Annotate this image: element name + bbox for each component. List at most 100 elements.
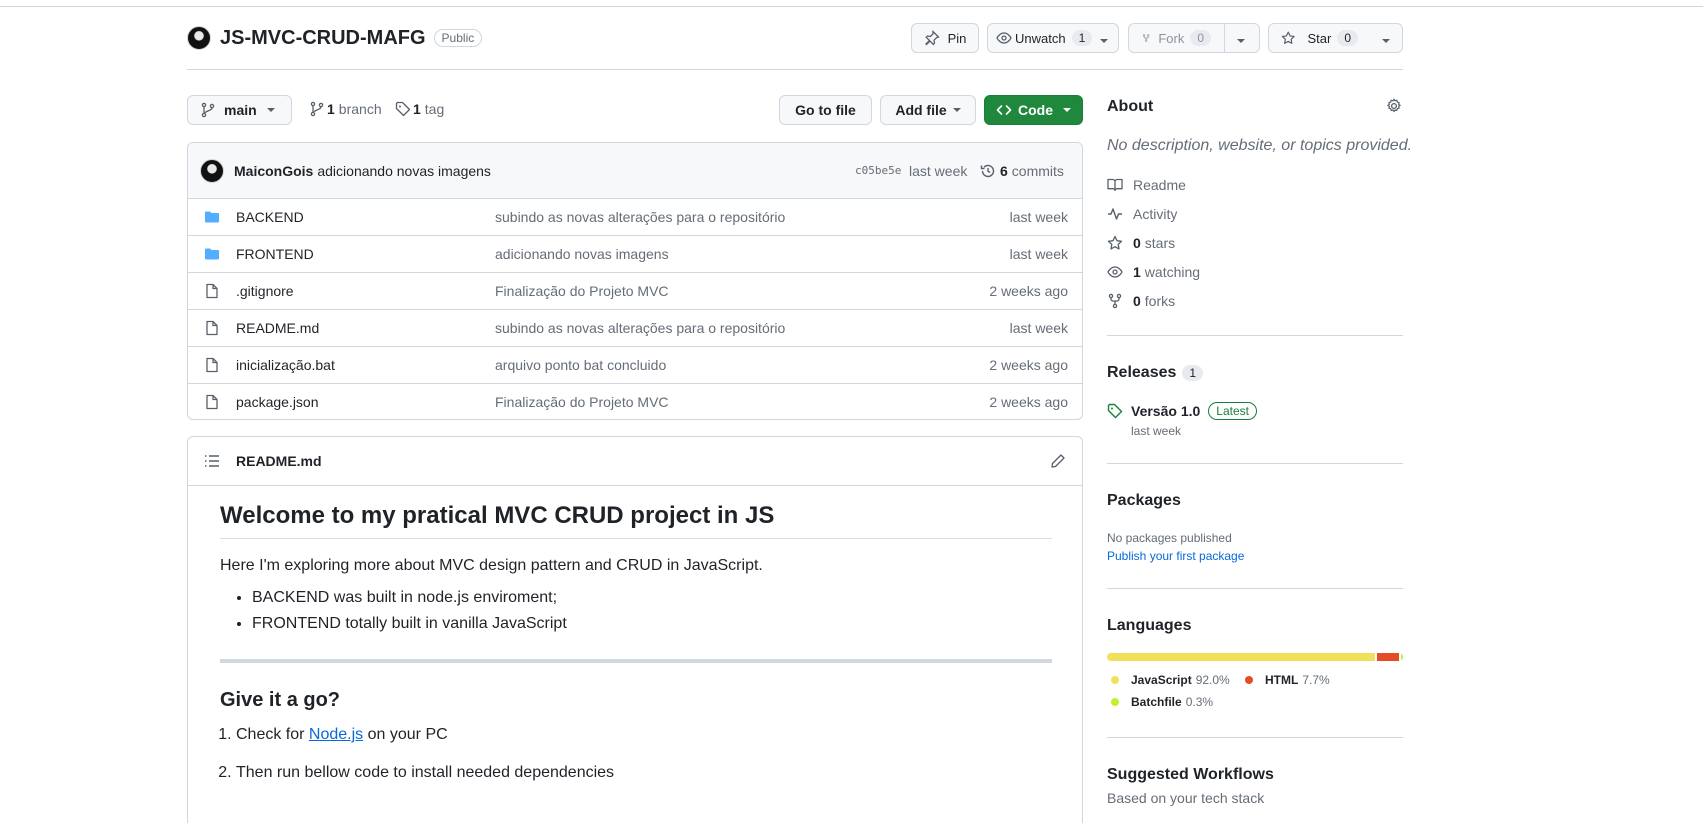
languages-heading: Languages <box>1107 617 1192 634</box>
language-item-html[interactable]: HTML 7.7% <box>1245 673 1330 687</box>
file-table: MaiconGois adicionando novas imagens c05… <box>187 142 1083 420</box>
file-row[interactable]: package.json Finalização do Projeto MVC 2 … <box>188 383 1082 419</box>
file-commit-message[interactable]: arquivo ponto bat concluido <box>495 357 666 373</box>
folder-icon <box>204 246 220 262</box>
star-icon <box>1281 31 1295 44</box>
list-item: Then run bellow code to install needed d… <box>236 764 1052 782</box>
nodejs-link[interactable]: Node.js <box>309 726 363 743</box>
file-row[interactable]: FRONTEND adicionando novas imagens last we… <box>188 235 1082 272</box>
top-divider <box>0 6 1703 7</box>
fork-dropdown[interactable] <box>1225 31 1257 46</box>
pin-button[interactable]: Pin <box>911 23 979 53</box>
sidebar-divider <box>1107 335 1403 336</box>
star-button[interactable]: Star 0 <box>1269 30 1370 46</box>
chevron-down-icon <box>1063 108 1071 112</box>
code-button[interactable]: Code <box>984 95 1083 125</box>
language-percent: 0.3% <box>1185 695 1214 709</box>
file-commit-message[interactable]: Finalização do Projeto MVC <box>495 283 669 299</box>
file-name[interactable]: package.json <box>236 394 319 410</box>
tag-icon <box>395 101 411 117</box>
language-dot <box>1111 676 1119 684</box>
readme-link[interactable]: Readme <box>1107 177 1186 193</box>
list-icon[interactable] <box>204 453 220 469</box>
file-name[interactable]: .gitignore <box>236 283 294 299</box>
add-file-button[interactable]: Add file <box>880 95 976 125</box>
forks-link[interactable]: 0 forks <box>1107 293 1175 309</box>
file-date: last week <box>1009 246 1068 262</box>
list-item: Check for Node.js on your PC <box>236 726 1052 744</box>
file-row[interactable]: README.md subindo as novas alterações par… <box>188 309 1082 346</box>
chevron-down-icon <box>1100 38 1109 43</box>
file-commit-message[interactable]: Finalização do Projeto MVC <box>495 394 669 410</box>
go-to-file-button[interactable]: Go to file <box>779 95 872 125</box>
commits-link[interactable]: 6 commits <box>980 163 1064 179</box>
repo-name[interactable]: JS-MVC-CRUD-MAFG <box>220 27 426 50</box>
release-date: last week <box>1131 424 1182 438</box>
file-date: 2 weeks ago <box>989 357 1068 373</box>
watch-dropdown[interactable] <box>1100 31 1118 46</box>
releases-count: 1 <box>1182 365 1204 381</box>
packages-heading[interactable]: Packages <box>1107 492 1181 510</box>
commit-message[interactable]: adicionando novas imagens <box>317 163 491 179</box>
author-avatar[interactable] <box>200 158 224 183</box>
activity-link[interactable]: Activity <box>1107 206 1177 222</box>
fork-button-group: Fork 0 <box>1128 23 1260 53</box>
activity-label: Activity <box>1133 206 1178 222</box>
code-label: Code <box>1018 102 1053 118</box>
file-name[interactable]: BACKEND <box>236 209 304 225</box>
publish-package-link[interactable]: Publish your first package <box>1107 549 1244 563</box>
readme-title: Welcome to my pratical MVC CRUD project … <box>220 502 1052 539</box>
chevron-down-icon <box>266 108 275 112</box>
branches-link[interactable]: 1 branch <box>309 101 382 117</box>
file-commit-message[interactable]: subindo as novas alterações para o repos… <box>495 209 785 225</box>
file-name[interactable]: README.md <box>236 320 319 336</box>
release-name: Versão 1.0 <box>1131 403 1201 419</box>
file-row[interactable]: inicialização.bat arquivo ponto bat concl… <box>188 346 1082 383</box>
watching-link[interactable]: 1 watching <box>1107 264 1200 280</box>
unwatch-label: Unwatch <box>1015 30 1066 46</box>
stars-link[interactable]: 0 stars <box>1107 235 1175 251</box>
workflows-heading: Suggested Workflows <box>1107 766 1274 783</box>
readme-intro: Here I'm exploring more about MVC design… <box>220 557 763 574</box>
tags-link[interactable]: 1 tag <box>395 101 444 117</box>
eye-icon <box>1107 266 1123 278</box>
fork-button[interactable]: Fork 0 <box>1129 30 1224 46</box>
file-row[interactable]: .gitignore Finalização do Projeto MVC 2 we… <box>188 272 1082 309</box>
release-item[interactable]: Versão 1.0 Latest <box>1107 402 1257 420</box>
file-commit-message[interactable]: subindo as novas alterações para o repos… <box>495 320 785 336</box>
header-divider <box>187 69 1403 70</box>
commit-count: 6 <box>1000 162 1008 179</box>
star-dropdown[interactable] <box>1370 31 1402 46</box>
chevron-down-icon <box>1382 38 1390 43</box>
gear-icon[interactable] <box>1386 98 1402 114</box>
list-item: FRONTEND totally built in vanilla JavaSc… <box>252 615 1052 633</box>
commit-sha[interactable]: c05be5e <box>855 164 901 177</box>
owner-avatar[interactable] <box>187 26 211 50</box>
tag-word: tag <box>424 101 445 117</box>
file-date: last week <box>1009 209 1068 225</box>
file-icon <box>204 320 220 336</box>
language-bar <box>1107 653 1403 661</box>
chevron-down-icon <box>1237 38 1245 43</box>
branch-select[interactable]: main <box>187 95 292 125</box>
language-item-batchfile[interactable]: Batchfile 0.3% <box>1111 695 1213 709</box>
language-name: JavaScript <box>1131 673 1192 687</box>
readme-rule <box>220 659 1052 663</box>
pencil-icon[interactable] <box>1050 453 1066 469</box>
branch-icon <box>310 101 324 117</box>
releases-heading[interactable]: Releases 1 <box>1107 364 1204 382</box>
commit-time: last week <box>909 162 968 179</box>
forks-count: 0 <box>1133 293 1141 309</box>
file-row[interactable]: BACKEND subindo as novas alterações para … <box>188 198 1082 235</box>
file-icon <box>204 357 220 373</box>
language-item-javascript[interactable]: JavaScript 92.0% <box>1111 673 1230 687</box>
file-commit-message[interactable]: adicionando novas imagens <box>495 246 669 262</box>
unwatch-button[interactable]: Unwatch 1 <box>988 30 1100 46</box>
readme-filename[interactable]: README.md <box>236 453 322 469</box>
commit-author[interactable]: MaiconGois <box>234 163 313 179</box>
book-icon <box>1107 178 1123 192</box>
file-name[interactable]: FRONTEND <box>236 246 314 262</box>
file-name[interactable]: inicialização.bat <box>236 357 335 373</box>
fork-label: Fork <box>1158 30 1185 46</box>
unwatch-button-group: Unwatch 1 <box>987 23 1119 53</box>
